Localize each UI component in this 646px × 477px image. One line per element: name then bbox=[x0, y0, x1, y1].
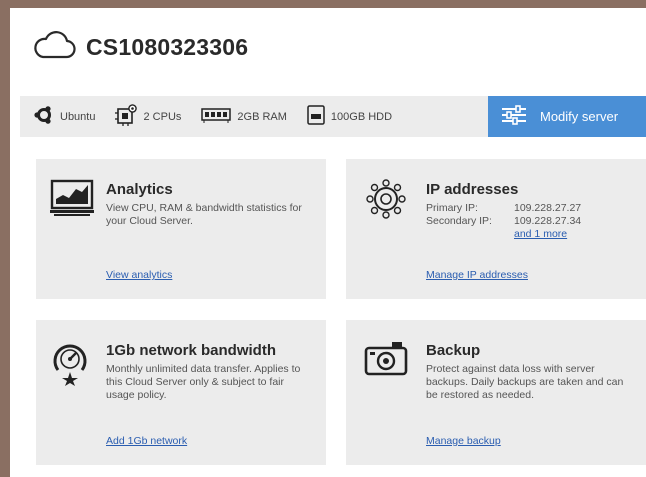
spec-ram-label: 2GB RAM bbox=[237, 110, 287, 123]
spec-hdd: 100GB HDD bbox=[307, 105, 392, 128]
ram-icon bbox=[201, 107, 232, 126]
backup-body: Backup Protect against data loss with se… bbox=[426, 342, 634, 402]
spec-cpu: 2 CPUs bbox=[115, 104, 181, 129]
view-analytics-link[interactable]: View analytics bbox=[106, 269, 172, 281]
network-cog-icon bbox=[364, 179, 408, 224]
spec-os-label: Ubuntu bbox=[60, 110, 96, 123]
secondary-ip-label: Secondary IP: bbox=[426, 215, 492, 227]
server-header: CS1080323306 bbox=[32, 30, 248, 65]
secondary-ip-value: 109.228.27.34 bbox=[514, 215, 582, 227]
camera-icon bbox=[364, 340, 408, 383]
sliders-icon bbox=[500, 104, 528, 129]
backup-card: Backup Protect against data loss with se… bbox=[346, 320, 646, 465]
add-network-link[interactable]: Add 1Gb network bbox=[106, 435, 187, 447]
analytics-title: Analytics bbox=[106, 181, 173, 198]
manage-backup-link[interactable]: Manage backup bbox=[426, 435, 501, 447]
server-name: CS1080323306 bbox=[86, 34, 249, 60]
ip-list: Primary IP: 109.228.27.27 Secondary IP: … bbox=[426, 202, 634, 240]
bandwidth-card: 1Gb network bandwidth Monthly unlimited … bbox=[36, 320, 326, 465]
ip-body: IP addresses Primary IP: 109.228.27.27 S… bbox=[426, 181, 634, 240]
backup-description: Protect against data loss with server ba… bbox=[426, 363, 624, 401]
modify-server-button[interactable]: Modify server bbox=[488, 96, 646, 137]
spec-ram: 2GB RAM bbox=[201, 107, 287, 126]
hdd-icon bbox=[307, 105, 325, 128]
bandwidth-description: Monthly unlimited data transfer. Applies… bbox=[106, 363, 301, 401]
analytics-card: Analytics View CPU, RAM & bandwidth stat… bbox=[36, 159, 326, 299]
manage-ip-link[interactable]: Manage IP addresses bbox=[426, 269, 528, 281]
bandwidth-body: 1Gb network bandwidth Monthly unlimited … bbox=[106, 342, 314, 402]
bandwidth-title: 1Gb network bandwidth bbox=[106, 342, 277, 359]
backup-title: Backup bbox=[426, 342, 481, 359]
primary-ip-value: 109.228.27.27 bbox=[514, 202, 582, 214]
spec-hdd-label: 100GB HDD bbox=[330, 110, 393, 123]
analytics-description: View CPU, RAM & bandwidth statistics for… bbox=[106, 202, 302, 227]
ip-addresses-card: IP addresses Primary IP: 109.228.27.27 S… bbox=[346, 159, 646, 299]
ip-title: IP addresses bbox=[426, 181, 519, 198]
cloud-icon bbox=[32, 30, 76, 65]
server-dashboard: CS1080323306 Ubuntu 2 CPUs 2GB RAM 100GB… bbox=[10, 8, 646, 477]
monitor-chart-icon bbox=[50, 179, 94, 222]
ubuntu-icon bbox=[34, 105, 54, 128]
more-ips-link[interactable]: and 1 more bbox=[514, 228, 634, 240]
modify-server-label: Modify server bbox=[540, 109, 619, 124]
analytics-body: Analytics View CPU, RAM & bandwidth stat… bbox=[106, 181, 314, 228]
speedometer-icon bbox=[50, 340, 90, 391]
ip-spacer bbox=[426, 228, 514, 240]
cpu-icon bbox=[115, 104, 138, 129]
server-spec-bar: Ubuntu 2 CPUs 2GB RAM 100GB HDD Modify s… bbox=[20, 96, 646, 137]
primary-ip-label: Primary IP: bbox=[426, 202, 478, 214]
spec-os: Ubuntu bbox=[34, 105, 95, 128]
spec-cpu-label: 2 CPUs bbox=[143, 110, 182, 123]
